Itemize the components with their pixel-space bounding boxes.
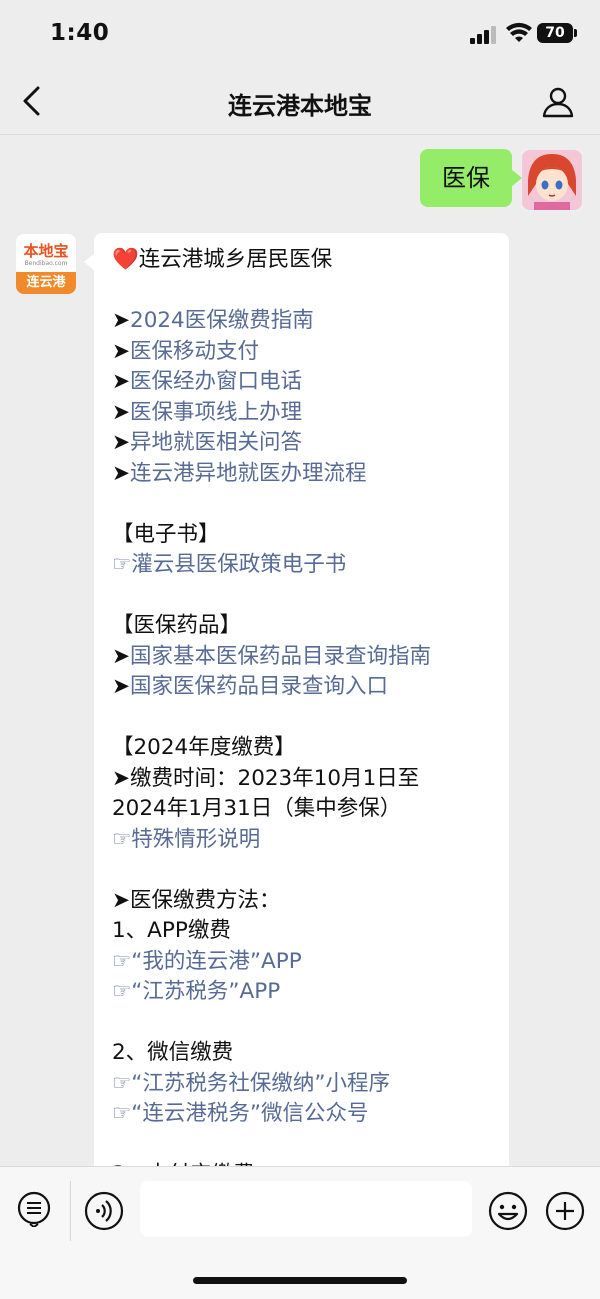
message-link-line[interactable]: ➤连云港异地就医办理流程	[112, 459, 502, 490]
bot-message-bubble: ❤️连云港城乡居民医保 ➤2024医保缴费指南 ➤医保移动支付 ➤医保经办窗口电话 ➤医…	[84, 233, 509, 1233]
message-text: 【2024年度缴费】	[112, 735, 296, 760]
message-link-line[interactable]: ☞“连云港税务”微信公众号	[112, 1099, 502, 1130]
message-link[interactable]: 医保移动支付	[130, 339, 259, 364]
message-text-line: 【2024年度缴费】	[112, 733, 502, 764]
message-link[interactable]: 连云港异地就医办理流程	[130, 461, 367, 486]
message-link[interactable]: 医保事项线上办理	[130, 400, 302, 425]
pointing-hand-icon: ☞	[112, 826, 132, 852]
arrow-bullet-icon: ➤	[112, 643, 131, 669]
chat-title: 连云港本地宝	[228, 92, 372, 120]
bot-avatar-domain: Bendibao.com	[24, 260, 68, 267]
bot-avatar-brand: 本地宝	[23, 242, 69, 260]
message-link-line[interactable]: ☞灌云县医保政策电子书	[112, 550, 502, 581]
message-link-line[interactable]: ➤医保事项线上办理	[112, 398, 502, 429]
message-link[interactable]: 国家基本医保药品目录查询指南	[130, 644, 431, 669]
message-text-line: 2024年1月31日（集中参保）	[112, 794, 502, 825]
voice-icon[interactable]	[84, 1191, 124, 1231]
message-link-line[interactable]: ➤国家医保药品目录查询入口	[112, 672, 502, 703]
user-avatar[interactable]	[522, 150, 582, 210]
message-link[interactable]: 特殊情形说明	[131, 827, 260, 852]
battery-level: 70	[537, 23, 573, 43]
menu-list-icon[interactable]	[16, 1191, 52, 1227]
battery-tip	[574, 29, 577, 37]
message-text-line: 【电子书】	[112, 520, 502, 551]
arrow-bullet-icon: ➤	[112, 674, 131, 699]
message-text-line: 【医保药品】	[112, 611, 502, 642]
arrow-bullet-icon: ➤	[112, 460, 131, 486]
user-avatar-image	[522, 150, 582, 210]
message-link-line[interactable]: ➤医保经办窗口电话	[112, 367, 502, 398]
message-link-line[interactable]: ☞特殊情形说明	[112, 825, 502, 856]
arrow-bullet-icon: ➤	[112, 369, 131, 394]
message-link-line[interactable]: ➤医保移动支付	[112, 337, 502, 368]
bot-avatar[interactable]: 本地宝 Bendibao.com 连云港	[16, 234, 76, 294]
home-indicator	[193, 1277, 407, 1284]
message-title: ❤️连云港城乡居民医保	[112, 245, 502, 276]
message-link-line[interactable]: ☞“江苏税务社保缴纳”小程序	[112, 1069, 502, 1100]
message-text-line: ➤缴费时间：2023年10月1日至	[112, 764, 502, 795]
message-link[interactable]: 国家医保药品目录查询入口	[130, 674, 388, 699]
message-input[interactable]	[140, 1181, 472, 1237]
message-link-line[interactable]: ➤国家基本医保药品目录查询指南	[112, 642, 502, 673]
user-message-bubble[interactable]: 医保	[420, 149, 522, 207]
plus-icon[interactable]	[545, 1191, 585, 1231]
bot-avatar-city: 连云港	[16, 272, 76, 294]
pointing-hand-icon: ☞	[112, 552, 132, 577]
chat-header: 连云港本地宝	[0, 70, 600, 135]
message-text-line: 1、APP缴费	[112, 916, 502, 947]
message-text: 2024年1月31日（集中参保）	[112, 796, 402, 821]
message-text-line: ➤医保缴费方法：	[112, 886, 502, 917]
message-link-line[interactable]: ➤异地就医相关问答	[112, 428, 502, 459]
person-icon[interactable]	[540, 84, 576, 120]
heart-icon: ❤️	[112, 247, 139, 272]
message-link[interactable]: 异地就医相关问答	[130, 430, 302, 455]
message-link-line[interactable]: ☞“江苏税务”APP	[112, 977, 502, 1008]
message-text: ➤缴费时间：2023年10月1日至	[112, 765, 420, 791]
arrow-bullet-icon: ➤	[112, 399, 131, 425]
arrow-bullet-icon: ➤	[112, 338, 131, 364]
message-link[interactable]: 医保经办窗口电话	[130, 369, 302, 394]
message-text: 2、微信缴费	[112, 1040, 234, 1065]
message-text: 【医保药品】	[112, 613, 242, 638]
message-link[interactable]: “连云港税务”微信公众号	[131, 1101, 368, 1126]
message-content: ❤️连云港城乡居民医保 ➤2024医保缴费指南 ➤医保移动支付 ➤医保经办窗口电话 ➤医…	[112, 245, 502, 1191]
emoji-icon[interactable]	[488, 1191, 528, 1231]
message-link[interactable]: “江苏税务社保缴纳”小程序	[131, 1071, 390, 1096]
message-link[interactable]: “我的连云港”APP	[131, 949, 301, 974]
message-link[interactable]: 灌云县医保政策电子书	[131, 552, 346, 577]
input-divider	[70, 1181, 71, 1241]
pointing-hand-icon: ☞	[112, 979, 132, 1004]
message-text: ➤医保缴费方法：	[112, 887, 281, 913]
pointing-hand-icon: ☞	[112, 1070, 132, 1096]
message-link[interactable]: 2024医保缴费指南	[130, 308, 314, 333]
pointing-hand-icon: ☞	[112, 948, 132, 974]
message-link[interactable]: “江苏税务”APP	[131, 979, 280, 1004]
wifi-icon	[506, 22, 532, 42]
message-text: 【电子书】	[112, 521, 220, 547]
cellular-signal-icon	[470, 26, 498, 44]
message-link-line[interactable]: ➤2024医保缴费指南	[112, 306, 502, 337]
status-bar: 1:40 70	[0, 0, 600, 70]
message-text: 1、APP缴费	[112, 918, 231, 943]
pointing-hand-icon: ☞	[112, 1101, 132, 1126]
message-link-line[interactable]: ☞“我的连云港”APP	[112, 947, 502, 978]
status-time: 1:40	[50, 20, 110, 46]
message-text-line: 2、微信缴费	[112, 1038, 502, 1069]
arrow-bullet-icon: ➤	[112, 308, 131, 333]
arrow-bullet-icon: ➤	[112, 430, 131, 455]
message-text: 连云港城乡居民医保	[138, 247, 333, 272]
